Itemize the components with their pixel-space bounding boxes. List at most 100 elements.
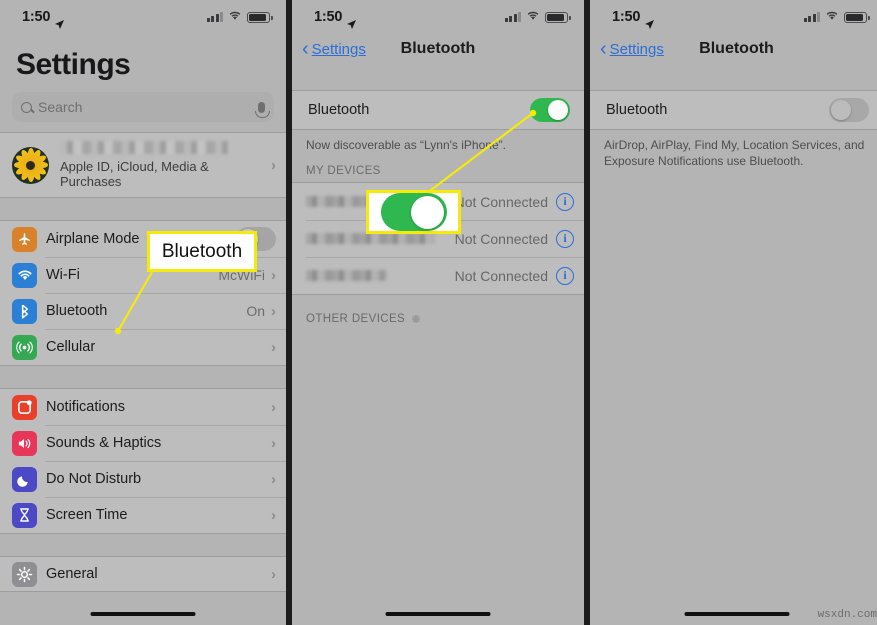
info-circle-icon[interactable]: i xyxy=(556,266,574,285)
settings-row-notifications[interactable]: Notifications › xyxy=(0,389,286,425)
wifi-icon xyxy=(825,8,839,26)
chevron-right-icon: › xyxy=(271,156,276,174)
search-icon xyxy=(21,101,32,113)
wifi-icon xyxy=(12,262,37,288)
sounds-icon xyxy=(12,430,37,456)
cellular-bars-icon xyxy=(803,12,820,22)
bluetooth-master-row[interactable]: Bluetooth xyxy=(292,91,584,129)
search-input[interactable]: Search xyxy=(12,92,274,122)
bluetooth-label: Bluetooth xyxy=(606,102,668,118)
bluetooth-master-toggle[interactable] xyxy=(530,98,570,122)
settings-row-cellular[interactable]: Cellular › xyxy=(0,329,286,365)
chevron-right-icon: › xyxy=(271,338,276,356)
battery-icon xyxy=(844,11,870,23)
device-name-blurred xyxy=(306,233,434,245)
bluetooth-toggle-group: Bluetooth xyxy=(292,90,584,130)
chevron-right-icon: › xyxy=(271,302,276,320)
chevron-right-icon: › xyxy=(271,434,276,452)
general-group: General › xyxy=(0,556,286,592)
status-time: 1:50 xyxy=(22,9,51,25)
cellular-icon xyxy=(12,334,37,360)
info-circle-icon[interactable]: i xyxy=(556,229,574,248)
chevron-right-icon: › xyxy=(271,398,276,416)
home-indicator xyxy=(684,612,789,616)
page-title: Settings xyxy=(16,48,131,81)
home-indicator xyxy=(90,612,196,616)
settings-row-bluetooth[interactable]: Bluetooth On › xyxy=(0,293,286,329)
settings-row-general[interactable]: General › xyxy=(0,557,286,591)
settings-row-screen-time[interactable]: Screen Time › xyxy=(0,497,286,533)
gear-icon xyxy=(12,561,37,587)
device-status: Not Connected xyxy=(454,267,548,284)
chevron-left-icon: ‹ xyxy=(600,38,607,60)
sunflower-avatar xyxy=(12,146,49,184)
other-devices-header-text: OTHER DEVICES xyxy=(306,313,406,326)
device-toggle-magnified[interactable] xyxy=(380,193,447,231)
device-status: Not Connected xyxy=(454,193,548,210)
nav-bar: ‹ Settings Bluetooth xyxy=(590,30,877,68)
three-panel-screenshot: 1:50 Settings Search Apple ID, iCloud, M… xyxy=(0,0,877,625)
bluetooth-master-row[interactable]: Bluetooth xyxy=(590,91,877,129)
device-status: Not Connected xyxy=(454,230,548,247)
settings-row-label: General xyxy=(46,566,98,582)
back-button[interactable]: ‹ Settings xyxy=(600,38,664,60)
loading-spinner-icon xyxy=(411,313,423,325)
back-button-label: Settings xyxy=(609,40,664,58)
status-time: 1:50 xyxy=(612,9,641,25)
cellular-bars-icon xyxy=(504,12,521,22)
back-button-label: Settings xyxy=(311,40,366,58)
search-placeholder: Search xyxy=(38,99,83,115)
status-bar: 1:50 xyxy=(590,0,877,30)
bluetooth-label: Bluetooth xyxy=(308,102,370,118)
panel-settings: 1:50 Settings Search Apple ID, iCloud, M… xyxy=(0,0,286,625)
account-name-blurred xyxy=(60,141,230,154)
bluetooth-icon xyxy=(12,298,37,324)
microphone-icon[interactable] xyxy=(255,101,270,118)
apple-id-row[interactable]: Apple ID, iCloud, Media & Purchases › xyxy=(0,133,286,197)
discoverable-note: Now discoverable as “Lynn's iPhone”. xyxy=(306,138,506,152)
wifi-icon xyxy=(228,8,242,26)
bluetooth-master-toggle[interactable] xyxy=(829,98,869,122)
device-row[interactable]: Not Connected i xyxy=(292,257,584,294)
chevron-left-icon: ‹ xyxy=(302,38,309,60)
settings-row-label: Do Not Disturb xyxy=(46,471,142,487)
my-devices-header-text: MY DEVICES xyxy=(306,165,381,178)
status-bar: 1:50 xyxy=(0,0,286,30)
nav-bar: ‹ Settings Bluetooth xyxy=(292,30,584,68)
callout-magnified-toggle xyxy=(366,190,461,234)
account-group: Apple ID, iCloud, Media & Purchases › xyxy=(0,132,286,198)
airplane-icon xyxy=(12,226,37,252)
hourglass-icon xyxy=(12,502,37,528)
back-button[interactable]: ‹ Settings xyxy=(302,38,366,60)
chevron-right-icon: › xyxy=(271,266,276,284)
info-circle-icon[interactable]: i xyxy=(556,192,574,211)
moon-icon xyxy=(12,466,37,492)
bluetooth-toggle-group: Bluetooth xyxy=(590,90,877,130)
bluetooth-state-value: On xyxy=(246,303,265,319)
device-name-blurred xyxy=(306,270,386,282)
settings-row-label: Sounds & Haptics xyxy=(46,435,162,451)
battery-icon xyxy=(545,11,571,23)
chevron-right-icon: › xyxy=(271,565,276,583)
status-bar: 1:50 xyxy=(292,0,584,30)
settings-row-label: Screen Time xyxy=(46,507,128,523)
account-subtitle: Apple ID, iCloud, Media & Purchases xyxy=(60,159,209,189)
my-devices-header: MY DEVICES xyxy=(292,163,584,182)
notifications-group: Notifications › Sounds & Haptics › Do No… xyxy=(0,388,286,534)
panel-bluetooth-off: 1:50 ‹ Settings Bluetooth Bluetooth AirD… xyxy=(590,0,877,625)
settings-row-do-not-disturb[interactable]: Do Not Disturb › xyxy=(0,461,286,497)
home-indicator xyxy=(385,612,491,616)
bluetooth-footnote: AirDrop, AirPlay, Find My, Location Serv… xyxy=(604,138,865,169)
callout-text: Bluetooth xyxy=(161,240,243,262)
wifi-icon xyxy=(526,8,540,26)
chevron-right-icon: › xyxy=(271,470,276,488)
panel-bluetooth-on: 1:50 ‹ Settings Bluetooth Bluetooth Now … xyxy=(292,0,584,625)
callout-bluetooth-label: Bluetooth xyxy=(147,231,257,272)
settings-row-sounds-haptics[interactable]: Sounds & Haptics › xyxy=(0,425,286,461)
chevron-right-icon: › xyxy=(271,506,276,524)
